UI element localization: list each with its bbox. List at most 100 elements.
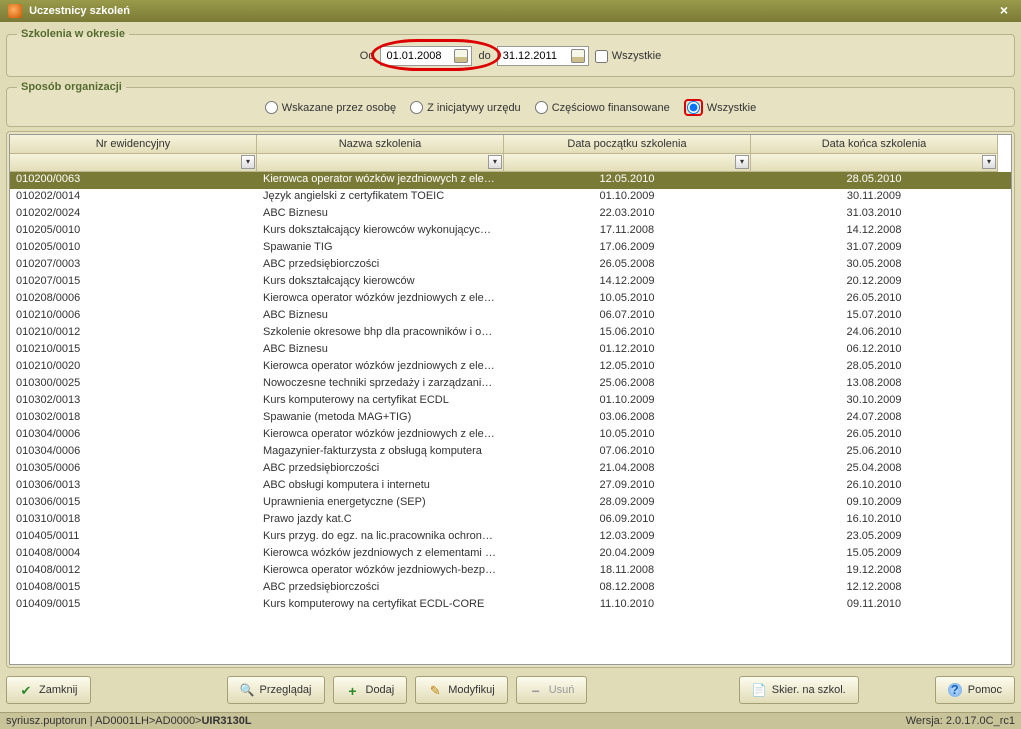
to-date-field[interactable] bbox=[497, 46, 589, 66]
filter-name[interactable]: ▾ bbox=[257, 154, 504, 172]
cell-id: 010302/0018 bbox=[10, 410, 257, 427]
filter-start[interactable]: ▾ bbox=[504, 154, 751, 172]
table-row[interactable]: 010210/0015ABC Biznesu01.12.201006.12.20… bbox=[10, 342, 1011, 359]
org-opt-person[interactable]: Wskazane przez osobę bbox=[265, 101, 396, 114]
cell-id: 010202/0014 bbox=[10, 189, 257, 206]
cell-name: Spawanie (metoda MAG+TIG) bbox=[257, 410, 504, 427]
table-row[interactable]: 010408/0012Kierowca operator wózków jezd… bbox=[10, 563, 1011, 580]
calendar-icon[interactable] bbox=[454, 49, 468, 63]
cell-name: Kierowca operator wózków jezdniowych z e… bbox=[257, 291, 504, 308]
close-button[interactable]: Zamknij bbox=[6, 676, 91, 704]
window-close-button[interactable]: × bbox=[995, 3, 1013, 19]
filter-id[interactable]: ▾ bbox=[10, 154, 257, 172]
filter-dropdown-icon[interactable]: ▾ bbox=[735, 155, 749, 169]
cell-end: 30.10.2009 bbox=[751, 393, 998, 410]
cell-id: 010300/0025 bbox=[10, 376, 257, 393]
grid-filter-row: ▾ ▾ ▾ ▾ bbox=[10, 154, 1011, 172]
table-row[interactable]: 010304/0006Magazynier-fakturzysta z obsł… bbox=[10, 444, 1011, 461]
cell-start: 17.06.2009 bbox=[504, 240, 751, 257]
add-button[interactable]: Dodaj bbox=[333, 676, 408, 704]
modify-button[interactable]: Modyfikuj bbox=[415, 676, 507, 704]
grid-body[interactable]: 010200/0063Kierowca operator wózków jezd… bbox=[10, 172, 1011, 664]
cell-name: Nowoczesne techniki sprzedaży i zarządza… bbox=[257, 376, 504, 393]
skier-button[interactable]: Skier. na szkol. bbox=[739, 676, 859, 704]
cell-name: Uprawnienia energetyczne (SEP) bbox=[257, 495, 504, 512]
cell-end: 20.12.2009 bbox=[751, 274, 998, 291]
table-row[interactable]: 010302/0013Kurs komputerowy na certyfika… bbox=[10, 393, 1011, 410]
browse-button[interactable]: Przeglądaj bbox=[227, 676, 325, 704]
table-row[interactable]: 010200/0063Kierowca operator wózków jezd… bbox=[10, 172, 1011, 189]
app-icon bbox=[8, 4, 22, 18]
table-row[interactable]: 010205/0010Spawanie TIG17.06.200931.07.2… bbox=[10, 240, 1011, 257]
from-date-field[interactable] bbox=[380, 46, 472, 66]
statusbar: syriusz.puptorun | AD0001LH>AD0000>UIR31… bbox=[0, 712, 1021, 729]
cell-id: 010210/0015 bbox=[10, 342, 257, 359]
org-opt-all[interactable]: Wszystkie bbox=[684, 99, 757, 116]
table-row[interactable]: 010207/0015Kurs dokształcający kierowców… bbox=[10, 274, 1011, 291]
table-row[interactable]: 010205/0010Kurs dokształcający kierowców… bbox=[10, 223, 1011, 240]
filter-dropdown-icon[interactable]: ▾ bbox=[488, 155, 502, 169]
cell-end: 16.10.2010 bbox=[751, 512, 998, 529]
cell-id: 010408/0012 bbox=[10, 563, 257, 580]
cell-id: 010205/0010 bbox=[10, 240, 257, 257]
cell-start: 08.12.2008 bbox=[504, 580, 751, 597]
col-end[interactable]: Data końca szkolenia bbox=[751, 135, 998, 154]
help-button[interactable]: Pomoc bbox=[935, 676, 1015, 704]
to-date-input[interactable] bbox=[501, 49, 571, 63]
cell-end: 24.06.2010 bbox=[751, 325, 998, 342]
org-opt-office[interactable]: Z inicjatywy urzędu bbox=[410, 101, 521, 114]
table-row[interactable]: 010210/0006ABC Biznesu06.07.201015.07.20… bbox=[10, 308, 1011, 325]
col-id[interactable]: Nr ewidencyjny bbox=[10, 135, 257, 154]
calendar-icon[interactable] bbox=[571, 49, 585, 63]
org-opt-partial[interactable]: Częściowo finansowane bbox=[535, 101, 670, 114]
cell-id: 010305/0006 bbox=[10, 461, 257, 478]
cell-id: 010409/0015 bbox=[10, 597, 257, 614]
search-icon bbox=[240, 683, 254, 697]
table-row[interactable]: 010300/0025Nowoczesne techniki sprzedaży… bbox=[10, 376, 1011, 393]
table-row[interactable]: 010302/0018Spawanie (metoda MAG+TIG)03.0… bbox=[10, 410, 1011, 427]
from-label: Od bbox=[360, 50, 375, 62]
cell-start: 12.03.2009 bbox=[504, 529, 751, 546]
cell-start: 17.11.2008 bbox=[504, 223, 751, 240]
edit-icon bbox=[428, 683, 442, 697]
table-row[interactable]: 010405/0011Kurs przyg. do egz. na lic.pr… bbox=[10, 529, 1011, 546]
table-row[interactable]: 010208/0006Kierowca operator wózków jezd… bbox=[10, 291, 1011, 308]
table-row[interactable]: 010304/0006Kierowca operator wózków jezd… bbox=[10, 427, 1011, 444]
cell-start: 01.12.2010 bbox=[504, 342, 751, 359]
filter-end[interactable]: ▾ bbox=[751, 154, 998, 172]
table-row[interactable]: 010306/0013ABC obsługi komputera i inter… bbox=[10, 478, 1011, 495]
table-row[interactable]: 010207/0003ABC przedsiębiorczości26.05.2… bbox=[10, 257, 1011, 274]
table-row[interactable]: 010305/0006ABC przedsiębiorczości21.04.2… bbox=[10, 461, 1011, 478]
cell-start: 20.04.2009 bbox=[504, 546, 751, 563]
col-start[interactable]: Data początku szkolenia bbox=[504, 135, 751, 154]
filter-dropdown-icon[interactable]: ▾ bbox=[982, 155, 996, 169]
col-name[interactable]: Nazwa szkolenia bbox=[257, 135, 504, 154]
cell-start: 01.10.2009 bbox=[504, 393, 751, 410]
table-row[interactable]: 010210/0020Kierowca operator wózków jezd… bbox=[10, 359, 1011, 376]
cell-start: 06.07.2010 bbox=[504, 308, 751, 325]
cell-start: 10.05.2010 bbox=[504, 291, 751, 308]
all-dates-checkbox[interactable]: Wszystkie bbox=[595, 50, 662, 63]
window-title: Uczestnicy szkoleń bbox=[29, 5, 130, 17]
cell-end: 14.12.2008 bbox=[751, 223, 998, 240]
cell-id: 010304/0006 bbox=[10, 427, 257, 444]
cell-end: 30.11.2009 bbox=[751, 189, 998, 206]
table-row[interactable]: 010408/0004Kierowca wózków jezdniowych z… bbox=[10, 546, 1011, 563]
from-date-input[interactable] bbox=[384, 49, 454, 63]
table-row[interactable]: 010202/0014Język angielski z certyfikate… bbox=[10, 189, 1011, 206]
cell-name: Kurs dokształcający kierowców bbox=[257, 274, 504, 291]
table-row[interactable]: 010310/0018Prawo jazdy kat.C06.09.201016… bbox=[10, 512, 1011, 529]
table-row[interactable]: 010210/0012Szkolenie okresowe bhp dla pr… bbox=[10, 325, 1011, 342]
window: Uczestnicy szkoleń × Szkolenia w okresie… bbox=[0, 0, 1021, 729]
table-row[interactable]: 010409/0015Kurs komputerowy na certyfika… bbox=[10, 597, 1011, 614]
cell-id: 010306/0013 bbox=[10, 478, 257, 495]
cell-start: 26.05.2008 bbox=[504, 257, 751, 274]
filter-dropdown-icon[interactable]: ▾ bbox=[241, 155, 255, 169]
table-row[interactable]: 010306/0015Uprawnienia energetyczne (SEP… bbox=[10, 495, 1011, 512]
table-row[interactable]: 010202/0024ABC Biznesu22.03.201031.03.20… bbox=[10, 206, 1011, 223]
delete-button[interactable]: Usuń bbox=[516, 676, 588, 704]
table-row[interactable]: 010408/0015ABC przedsiębiorczości08.12.2… bbox=[10, 580, 1011, 597]
org-fieldset: Sposób organizacji Wskazane przez osobę … bbox=[6, 81, 1015, 127]
cell-start: 10.05.2010 bbox=[504, 427, 751, 444]
cell-start: 28.09.2009 bbox=[504, 495, 751, 512]
